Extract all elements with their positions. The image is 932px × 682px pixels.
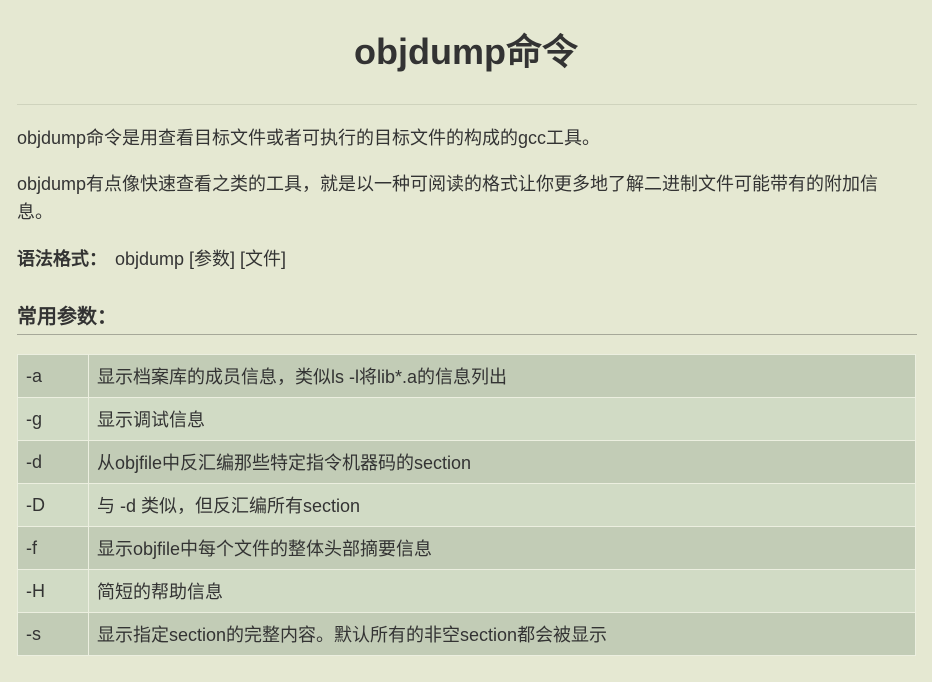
table-row: -D 与 -d 类似，但反汇编所有section	[17, 483, 916, 527]
param-description: 显示objfile中每个文件的整体头部摘要信息	[88, 526, 916, 570]
param-description: 简短的帮助信息	[88, 569, 916, 613]
param-description: 显示档案库的成员信息，类似ls -l将lib*.a的信息列出	[88, 354, 916, 398]
description-paragraph: objdump有点像快速查看之类的工具，就是以一种可阅读的格式让你更多地了解二进…	[17, 174, 879, 222]
table-row: -s 显示指定section的完整内容。默认所有的非空section都会被显示	[17, 612, 916, 656]
table-row: -a 显示档案库的成员信息，类似ls -l将lib*.a的信息列出	[17, 354, 916, 398]
param-flag: -d	[17, 440, 89, 484]
param-description: 显示指定section的完整内容。默认所有的非空section都会被显示	[88, 612, 916, 656]
section-divider	[17, 334, 917, 335]
params-table: -a 显示档案库的成员信息，类似ls -l将lib*.a的信息列出 -g 显示调…	[17, 354, 916, 656]
table-row: -H 简短的帮助信息	[17, 569, 916, 613]
param-flag: -g	[17, 397, 89, 441]
param-flag: -D	[17, 483, 89, 527]
param-flag: -f	[17, 526, 89, 570]
param-description: 与 -d 类似，但反汇编所有section	[88, 483, 916, 527]
params-heading: 常用参数：	[17, 306, 117, 328]
syntax-value: objdump [参数] [文件]	[115, 249, 287, 269]
param-description: 从objfile中反汇编那些特定指令机器码的section	[88, 440, 916, 484]
table-row: -g 显示调试信息	[17, 397, 916, 441]
param-flag: -s	[17, 612, 89, 656]
param-flag: -H	[17, 569, 89, 613]
page-title: objdump命令	[354, 31, 578, 72]
table-row: -d 从objfile中反汇编那些特定指令机器码的section	[17, 440, 916, 484]
intro-paragraph: objdump命令是用查看目标文件或者可执行的目标文件的构成的gcc工具。	[17, 128, 601, 148]
param-description: 显示调试信息	[88, 397, 916, 441]
title-divider	[17, 104, 917, 105]
syntax-label: 语法格式：	[17, 249, 107, 269]
param-flag: -a	[17, 354, 89, 398]
syntax-line: 语法格式： objdump [参数] [文件]	[17, 245, 909, 273]
table-row: -f 显示objfile中每个文件的整体头部摘要信息	[17, 526, 916, 570]
